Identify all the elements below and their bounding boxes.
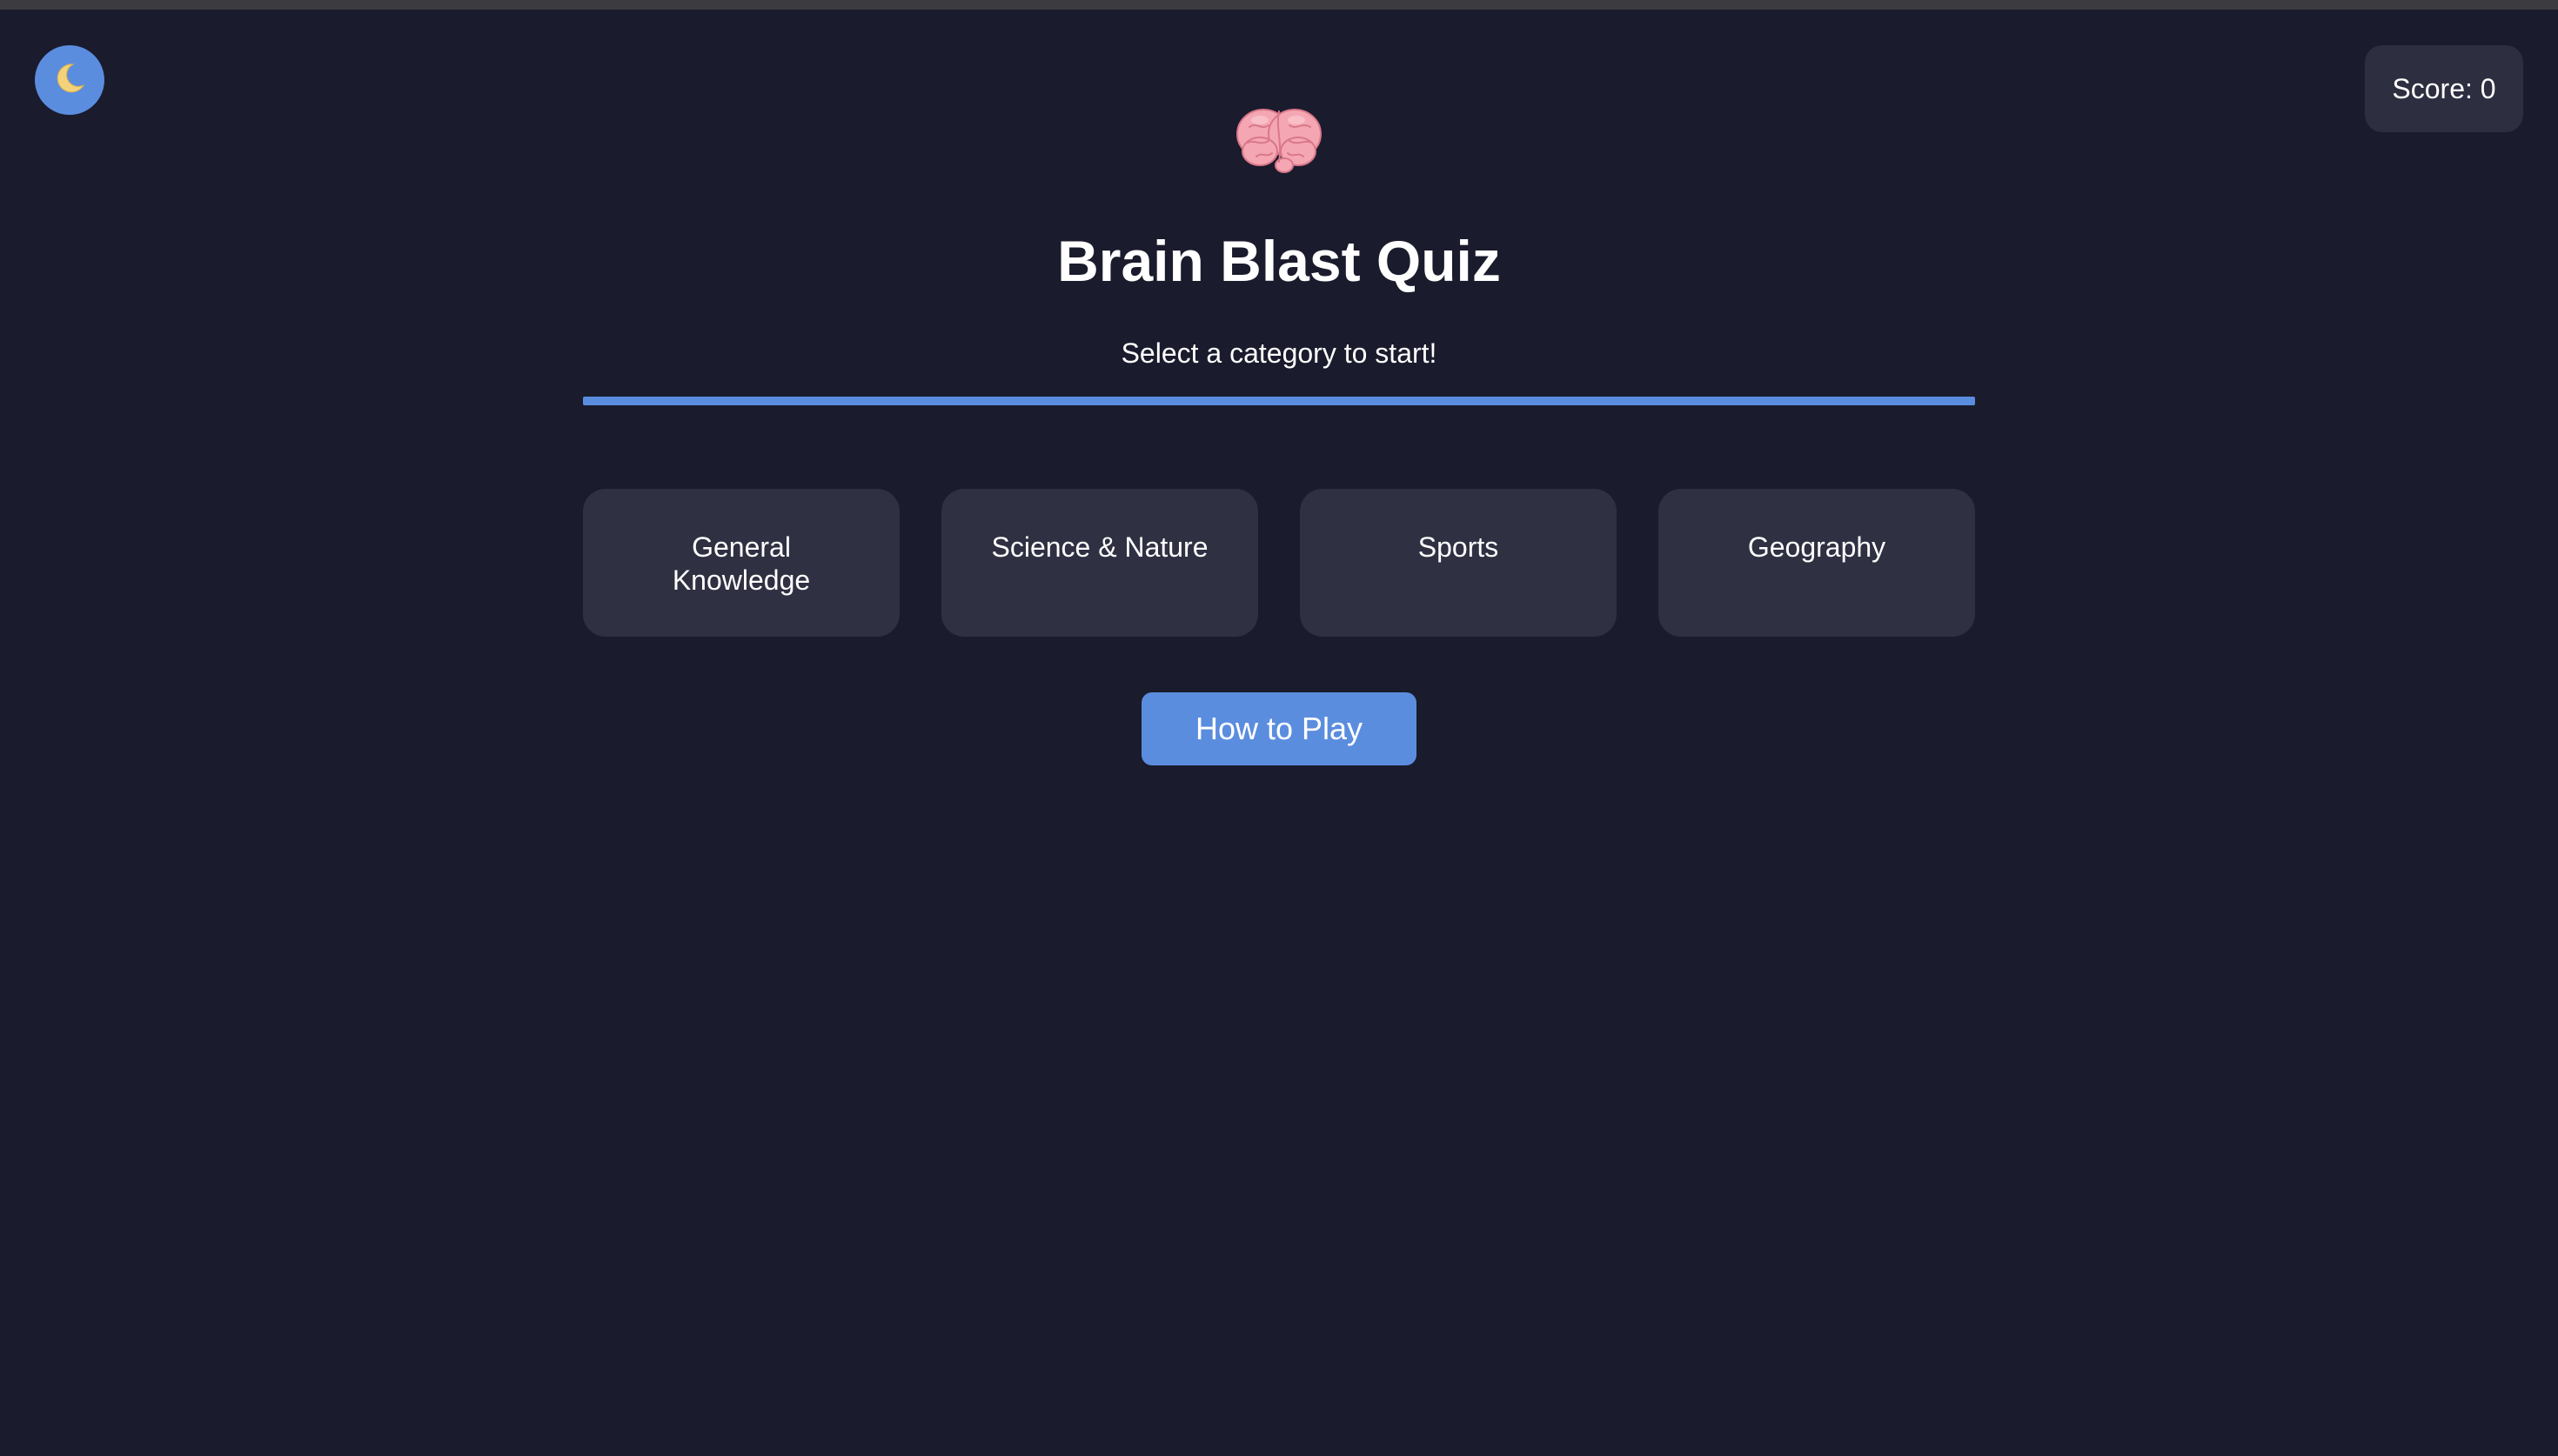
how-to-play-button[interactable]: How to Play — [1142, 692, 1416, 765]
progress-bar — [583, 397, 1975, 405]
window-top-strip — [0, 0, 2558, 10]
page-subtitle: Select a category to start! — [1121, 337, 1437, 369]
category-card-science-nature[interactable]: Science & Nature — [941, 489, 1258, 637]
theme-toggle-button[interactable] — [35, 45, 104, 115]
page-title: Brain Blast Quiz — [1057, 229, 1501, 293]
category-label: Sports — [1417, 531, 1499, 563]
category-label: General Knowledge — [672, 531, 811, 596]
category-card-geography[interactable]: Geography — [1658, 489, 1975, 637]
category-label: Science & Nature — [991, 531, 1209, 563]
category-card-general-knowledge[interactable]: General Knowledge — [583, 489, 900, 637]
category-grid: General Knowledge Science & Nature Sport… — [583, 489, 1975, 637]
brain-icon — [1236, 109, 1322, 173]
progress-fill — [583, 397, 1975, 405]
category-card-sports[interactable]: Sports — [1300, 489, 1617, 637]
score-text: Score: 0 — [2392, 72, 2496, 104]
moon-icon — [52, 61, 87, 100]
category-label: Geography — [1747, 531, 1886, 563]
score-display: Score: 0 — [2365, 45, 2523, 132]
